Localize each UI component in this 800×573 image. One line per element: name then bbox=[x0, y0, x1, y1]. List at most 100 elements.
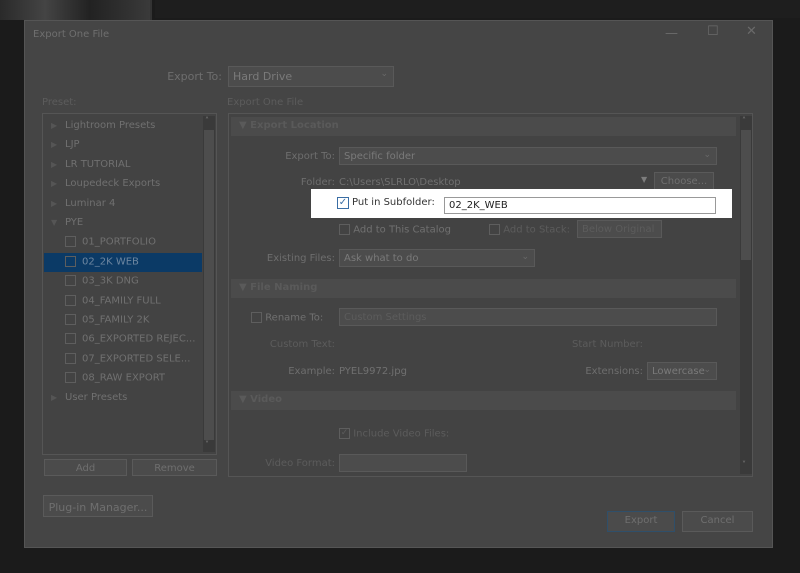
preset-checkbox[interactable] bbox=[65, 352, 76, 364]
rename-label: Rename To: bbox=[265, 312, 324, 324]
scroll-thumb[interactable] bbox=[741, 130, 751, 260]
collapsed-triangle-icon: ▶ bbox=[51, 198, 58, 208]
preset-item[interactable]: 04_FAMILY FULL bbox=[51, 292, 201, 311]
rename-checkbox[interactable] bbox=[251, 312, 262, 323]
preset-label: 05_FAMILY 2K bbox=[82, 314, 150, 326]
settings-panel: ˄ ˅ ▼ Export Location Export To: Specifi… bbox=[228, 113, 753, 477]
scroll-thumb[interactable] bbox=[204, 130, 214, 440]
preset-item[interactable]: 05_FAMILY 2K bbox=[51, 311, 201, 330]
preset-item[interactable]: 02_2K WEB bbox=[44, 252, 202, 272]
extensions-select[interactable]: Lowercase ⌄ bbox=[647, 362, 717, 380]
preset-checkbox[interactable] bbox=[65, 294, 76, 306]
video-format-select[interactable] bbox=[339, 454, 467, 472]
cancel-button[interactable]: Cancel bbox=[682, 511, 753, 532]
section-file-naming[interactable]: ▼ File Naming bbox=[231, 279, 736, 298]
preset-scrollbar[interactable]: ˄ ˅ bbox=[203, 116, 215, 452]
section-title: Export Location bbox=[250, 120, 339, 131]
preset-folder[interactable]: ▶ LR TUTORIAL bbox=[51, 156, 201, 175]
preset-label: Luminar 4 bbox=[65, 197, 116, 209]
preset-label: LR TUTORIAL bbox=[65, 158, 131, 170]
subfolder-input[interactable]: 02_2K_WEB bbox=[444, 197, 716, 214]
expanded-triangle-icon: ▼ bbox=[51, 218, 58, 227]
preset-list: ˄ ˅ ▶ Lightroom Presets ▶ LJP ▶ LR TUTORIAL ▶ L… bbox=[42, 113, 217, 455]
scroll-down-icon[interactable]: ˅ bbox=[742, 460, 746, 469]
preset-checkbox[interactable] bbox=[65, 275, 76, 287]
background-photo-thumbnail bbox=[0, 0, 152, 20]
preset-label: 01_PORTFOLIO bbox=[82, 236, 156, 248]
extensions-label: Extensions: bbox=[585, 366, 643, 377]
rename-select[interactable]: Custom Settings bbox=[339, 308, 717, 326]
preset-item[interactable]: 08_RAW EXPORT bbox=[51, 369, 201, 388]
export-location-select[interactable]: Specific folder ⌄ bbox=[339, 147, 717, 165]
folder-path: C:\Users\SLRLO\Desktop bbox=[339, 177, 461, 188]
scroll-down-icon[interactable]: ˅ bbox=[205, 440, 209, 449]
settings-scrollbar[interactable]: ˄ ˅ bbox=[740, 116, 752, 474]
section-title: Video bbox=[250, 394, 282, 405]
preset-folder[interactable]: ▶ Lightroom Presets bbox=[51, 117, 201, 136]
add-preset-button[interactable]: Add bbox=[44, 459, 127, 476]
add-to-catalog-checkbox[interactable] bbox=[339, 224, 350, 235]
scroll-up-icon[interactable]: ˄ bbox=[742, 116, 746, 125]
plugin-manager-button[interactable]: Plug-in Manager... bbox=[43, 495, 153, 517]
chevron-down-icon: ⌄ bbox=[380, 69, 388, 79]
maximize-icon[interactable]: ☐ bbox=[707, 24, 719, 39]
export-to-value: Hard Drive bbox=[233, 70, 293, 83]
preset-item[interactable]: 07_EXPORTED SELE... bbox=[51, 350, 201, 369]
preset-item[interactable]: 03_3K DNG bbox=[51, 272, 201, 291]
preset-folder[interactable]: ▶ LJP bbox=[51, 136, 201, 155]
custom-text-label: Custom Text: bbox=[269, 339, 335, 350]
background-app bbox=[155, 0, 800, 18]
preset-label: 04_FAMILY FULL bbox=[82, 295, 161, 307]
export-location-value: Specific folder bbox=[344, 151, 416, 162]
preset-label: PYE bbox=[65, 217, 84, 228]
chevron-down-icon: ⌄ bbox=[703, 365, 711, 375]
choose-folder-button[interactable]: Choose... bbox=[654, 172, 714, 190]
export-button[interactable]: Export bbox=[607, 511, 675, 532]
extensions-value: Lowercase bbox=[652, 366, 705, 377]
close-icon[interactable]: ✕ bbox=[746, 24, 757, 39]
section-export-location[interactable]: ▼ Export Location bbox=[231, 117, 736, 136]
collapse-triangle-icon: ▼ bbox=[239, 282, 251, 293]
preset-label: Preset: bbox=[42, 97, 77, 108]
existing-files-select[interactable]: Ask what to do ⌄ bbox=[339, 249, 535, 267]
subfolder-label: Put in Subfolder: bbox=[352, 197, 435, 208]
collapsed-triangle-icon: ▶ bbox=[51, 140, 58, 150]
collapse-triangle-icon: ▼ bbox=[239, 120, 251, 131]
subfolder-highlight: ✓ Put in Subfolder: 02_2K_WEB bbox=[311, 189, 732, 218]
example-value: PYEL9972.jpg bbox=[339, 366, 407, 377]
include-video-checkbox[interactable]: ✓ bbox=[339, 428, 350, 439]
collapsed-triangle-icon: ▶ bbox=[51, 159, 58, 169]
preset-checkbox[interactable] bbox=[65, 236, 76, 248]
collapsed-triangle-icon: ▶ bbox=[51, 392, 58, 402]
export-to-label: Export To: bbox=[167, 70, 222, 83]
remove-preset-button[interactable]: Remove bbox=[132, 459, 217, 476]
add-to-stack-label: Add to Stack: bbox=[503, 224, 570, 236]
preset-folder[interactable]: ▶ Loupedeck Exports bbox=[51, 175, 201, 194]
preset-item[interactable]: 01_PORTFOLIO bbox=[51, 233, 201, 252]
preset-checkbox[interactable] bbox=[65, 333, 76, 345]
stack-value: Below Original bbox=[582, 224, 655, 235]
existing-files-value: Ask what to do bbox=[344, 253, 419, 264]
preset-folder[interactable]: ▶ User Presets bbox=[51, 389, 201, 408]
preset-checkbox[interactable] bbox=[65, 314, 76, 325]
preset-label: 06_EXPORTED REJEC... bbox=[82, 333, 196, 345]
folder-dropdown-icon[interactable]: ▼ bbox=[641, 175, 647, 184]
preset-checkbox[interactable] bbox=[65, 372, 76, 384]
export-to-select[interactable]: Hard Drive ⌄ bbox=[228, 66, 394, 87]
preset-item[interactable]: 06_EXPORTED REJEC... bbox=[51, 330, 201, 349]
preset-label: 03_3K DNG bbox=[82, 275, 139, 287]
subfolder-checkbox[interactable]: ✓ bbox=[337, 197, 349, 209]
collapse-triangle-icon: ▼ bbox=[239, 394, 251, 405]
preset-folder[interactable]: ▶ Luminar 4 bbox=[51, 195, 201, 214]
example-label: Example: bbox=[288, 366, 335, 377]
stack-select[interactable]: Below Original bbox=[577, 220, 662, 238]
section-video[interactable]: ▼ Video bbox=[231, 391, 736, 410]
preset-checkbox[interactable] bbox=[65, 255, 76, 267]
minimize-icon[interactable]: — bbox=[665, 26, 678, 41]
preset-folder[interactable]: ▼ PYE bbox=[51, 214, 201, 233]
preset-label: 07_EXPORTED SELE... bbox=[82, 353, 191, 365]
add-to-stack-checkbox[interactable] bbox=[489, 224, 500, 235]
video-format-label: Video Format: bbox=[265, 458, 335, 469]
preset-label: User Presets bbox=[65, 391, 128, 403]
scroll-up-icon[interactable]: ˄ bbox=[205, 116, 209, 125]
